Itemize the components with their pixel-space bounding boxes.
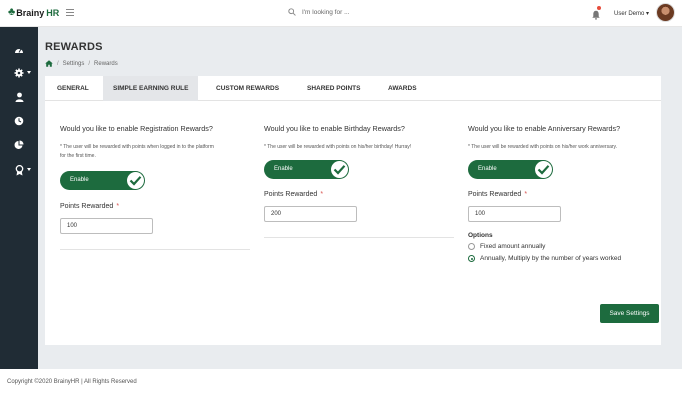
registration-question: Would you like to enable Registration Re… [60,124,213,133]
menu-toggle-icon[interactable] [66,9,74,18]
birthday-question: Would you like to enable Birthday Reward… [264,124,405,133]
option-fixed-amount[interactable]: Fixed amount annually [468,243,545,250]
award-icon [15,164,23,175]
registration-note-line1: * The user will be rewarded with points … [60,144,214,150]
search-bar[interactable]: I'm looking for ... [288,8,349,16]
sidebar-item-settings[interactable] [0,66,38,80]
registration-points-label: Points Rewarded * [60,203,119,210]
points-label-text: Points Rewarded [468,191,522,198]
home-icon[interactable] [45,60,53,67]
search-icon [288,8,296,16]
user-menu[interactable]: User Demo ▾ [614,10,649,17]
breadcrumb-rewards: Rewards [94,60,118,67]
dashboard-icon [15,48,23,53]
notification-bell-icon[interactable] [592,6,601,25]
user-name: User Demo [614,11,645,17]
brand-logo[interactable]: ♣ Brainy HR [8,7,59,18]
footer-copyright: Copyright ©2020 BrainyHR | All Rights Re… [7,379,137,385]
check-icon [129,176,142,186]
registration-note-line2: for the first time. [60,153,96,159]
sidebar-item-dashboard[interactable] [0,42,38,56]
tab-bar: GENERAL SIMPLE EARNING RULE CUSTOM REWAR… [45,76,661,101]
birthday-note: * The user will be rewarded with points … [264,143,459,152]
option-label: Annually, Multiply by the number of year… [480,255,622,262]
birthday-enable-toggle[interactable]: Enable [264,160,349,179]
chevron-down-icon [27,71,31,74]
clover-icon: ♣ [8,6,16,18]
tab-simple-earning-rule[interactable]: SIMPLE EARNING RULE [103,76,199,101]
pie-chart-icon [14,140,24,149]
anniversary-note: * The user will be rewarded with points … [468,143,658,152]
search-input[interactable]: I'm looking for ... [302,9,349,16]
brand-name: Brainy [16,7,45,18]
rewards-card: GENERAL SIMPLE EARNING RULE CUSTOM REWAR… [45,76,661,345]
sidebar-item-attendance[interactable] [0,114,38,128]
anniversary-enable-toggle[interactable]: Enable [468,160,553,179]
clock-icon [14,116,24,126]
anniversary-rewards-section: Would you like to enable Anniversary Rew… [468,124,658,152]
points-label-text: Points Rewarded [60,203,114,210]
check-icon [537,165,550,175]
radio-button-selected[interactable] [468,255,475,262]
breadcrumb: / Settings / Rewards [45,60,118,67]
user-icon [15,92,23,102]
toggle-label: Enable [478,166,497,172]
check-icon [333,165,346,175]
divider [264,237,454,238]
settings-icon [14,68,24,78]
required-mark: * [116,203,120,210]
birthday-note-line1: * The user will be rewarded with points … [264,144,412,150]
breadcrumb-settings[interactable]: Settings [63,61,85,67]
registration-enable-toggle[interactable]: Enable [60,171,145,190]
chevron-down-icon: ▾ [646,11,650,17]
birthday-points-label: Points Rewarded * [264,191,323,198]
sidebar-item-rewards[interactable] [0,163,38,177]
notification-badge [597,6,601,10]
required-mark: * [320,191,324,198]
birthday-rewards-section: Would you like to enable Birthday Reward… [264,124,459,152]
anniversary-points-input[interactable]: 100 [468,206,561,222]
anniversary-question: Would you like to enable Anniversary Rew… [468,124,621,133]
save-settings-button[interactable]: Save Settings [600,304,659,323]
tab-awards[interactable]: AWARDS [378,76,427,101]
toggle-label: Enable [274,166,293,172]
registration-points-input[interactable]: 100 [60,218,153,234]
radio-button[interactable] [468,243,475,250]
chevron-down-icon [27,168,31,171]
tab-custom-rewards[interactable]: CUSTOM REWARDS [206,76,289,101]
option-label: Fixed amount annually [480,243,546,250]
main-content: REWARDS / Settings / Rewards GENERAL SIM… [38,27,682,369]
registration-note: * The user will be rewarded with points … [60,143,255,161]
top-bar: ♣ Brainy HR I'm looking for ... User Dem… [0,0,682,27]
anniversary-points-label: Points Rewarded * [468,191,527,198]
birthday-points-input[interactable]: 200 [264,206,357,222]
brand-name-accent: HR [46,7,60,18]
registration-rewards-section: Would you like to enable Registration Re… [60,124,255,161]
avatar[interactable] [656,3,675,22]
option-multiply-years[interactable]: Annually, Multiply by the number of year… [468,255,621,262]
points-label-text: Points Rewarded [264,191,318,198]
required-mark: * [524,191,528,198]
tab-general[interactable]: GENERAL [47,76,99,101]
anniversary-note-line1: * The user will be rewarded with points … [468,144,618,150]
divider [60,249,250,250]
options-title: Options [468,232,493,239]
tab-shared-points[interactable]: SHARED POINTS [297,76,370,101]
sidebar-item-users[interactable] [0,90,38,104]
toggle-label: Enable [70,177,89,183]
sidebar [0,27,38,369]
page-title: REWARDS [45,41,103,53]
sidebar-item-reports[interactable] [0,138,38,152]
